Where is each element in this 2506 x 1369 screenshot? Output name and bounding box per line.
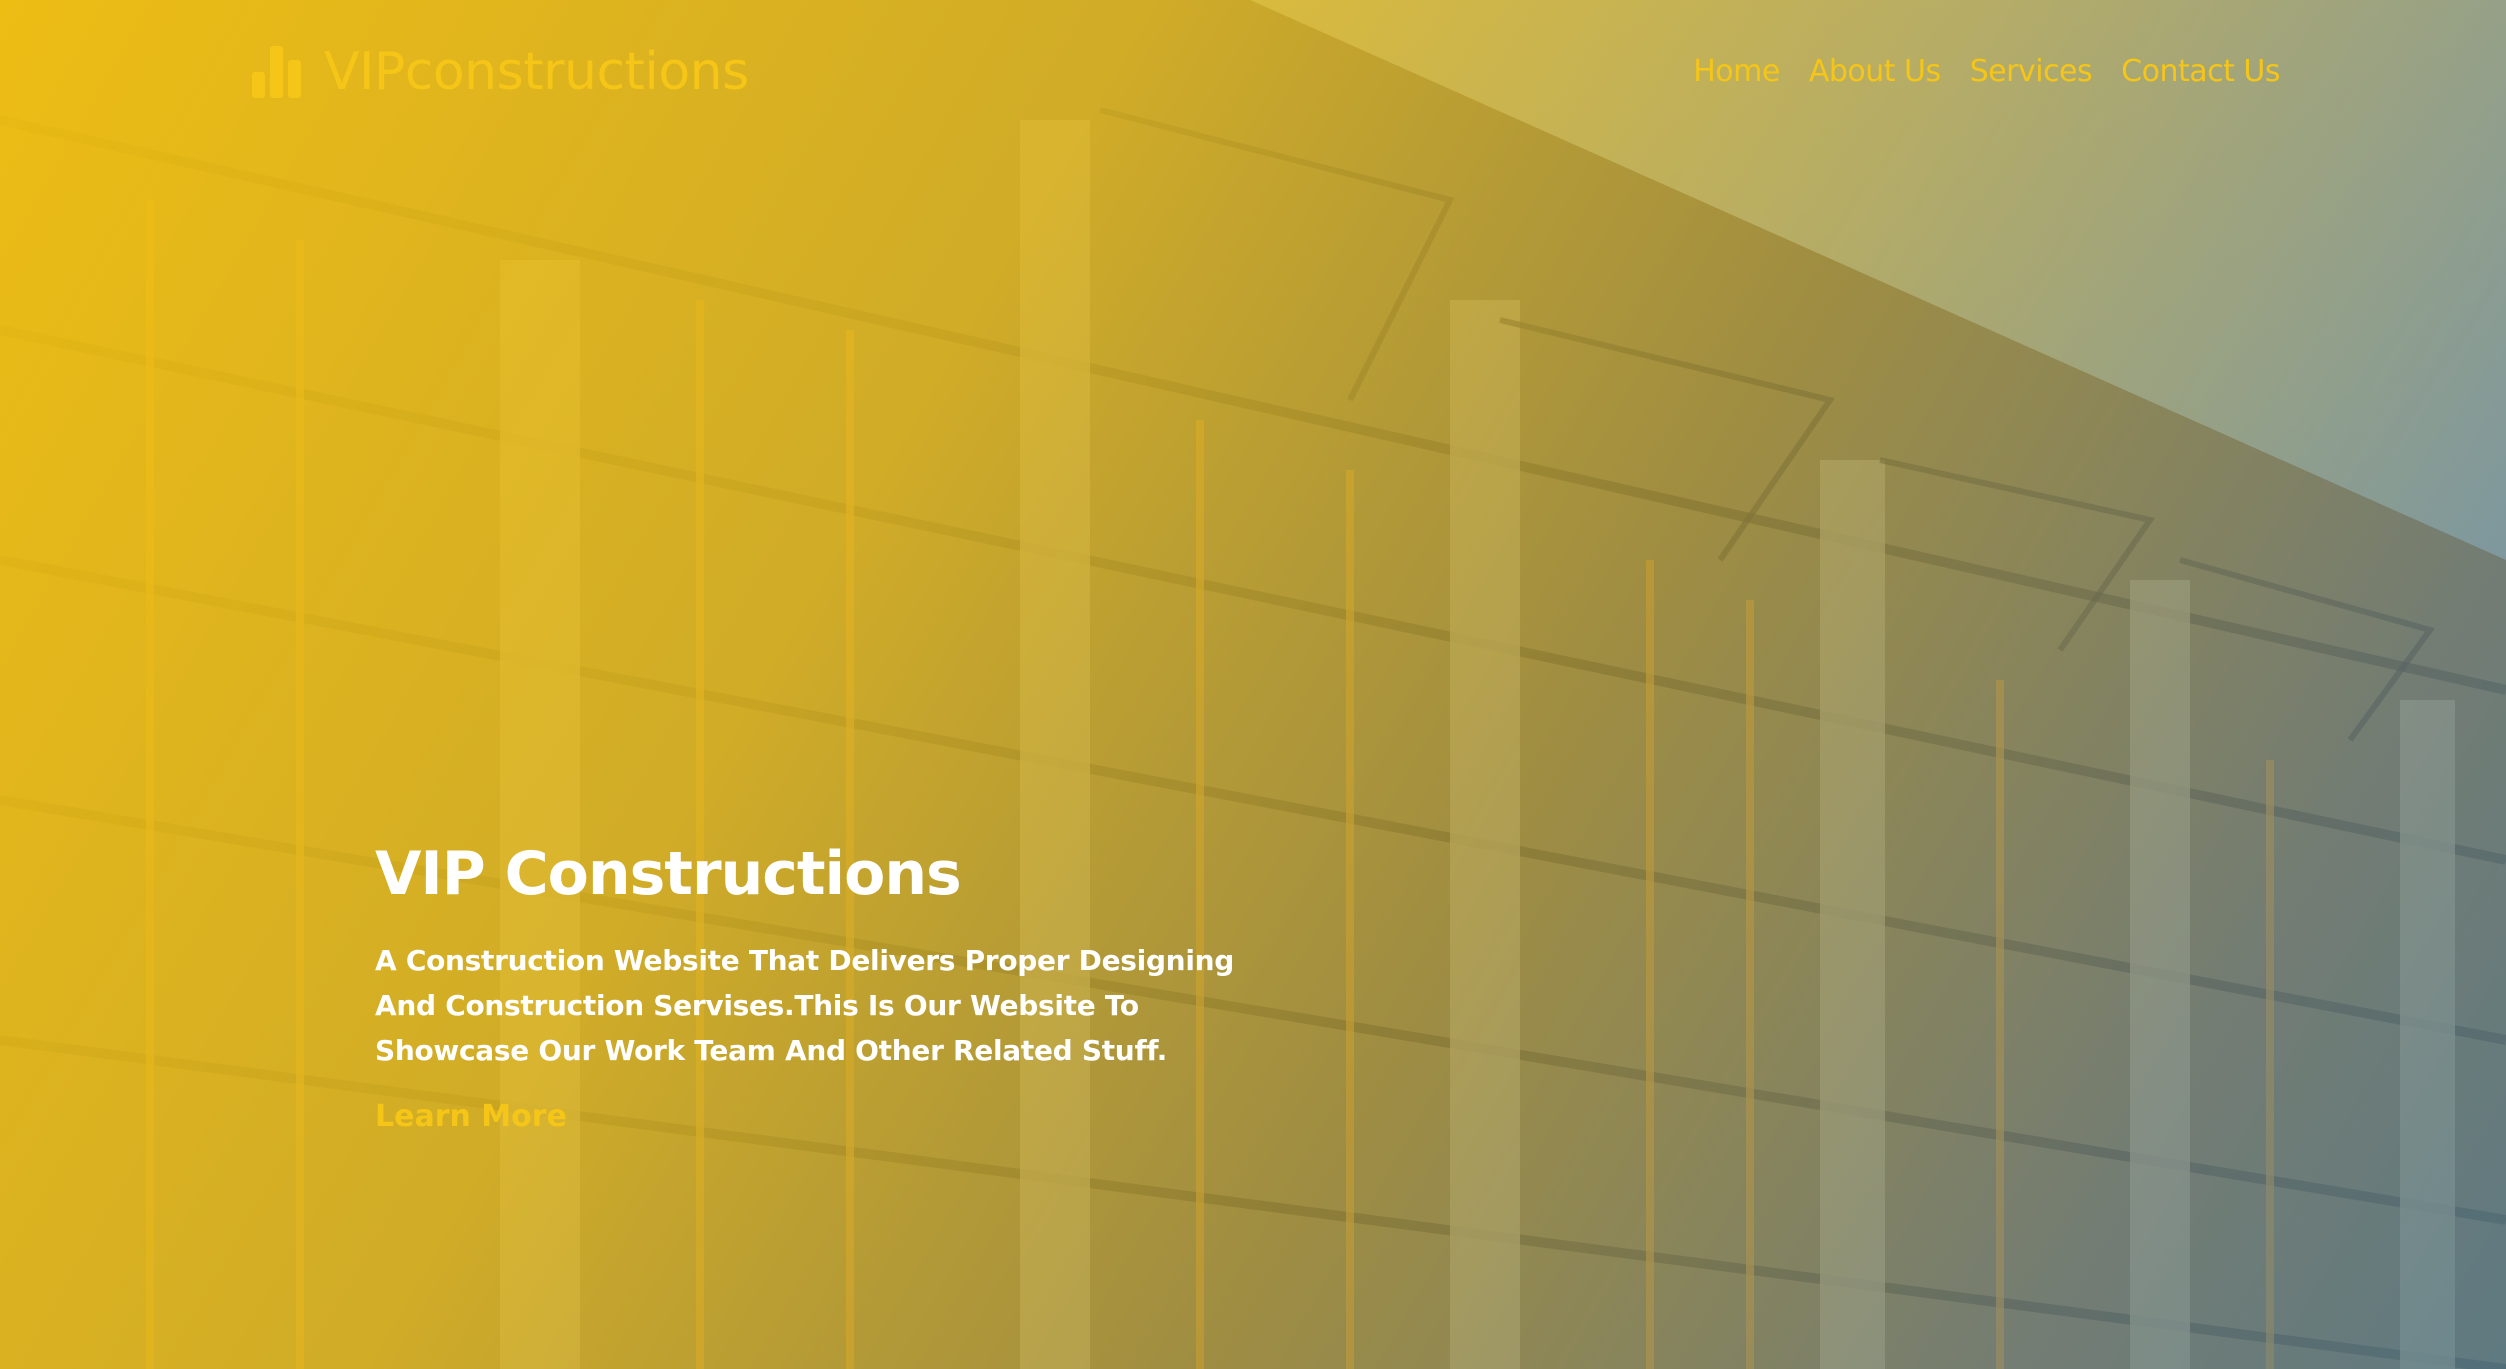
learn-more-link[interactable]: Learn More <box>375 1099 567 1134</box>
nav-services-link[interactable]: Services <box>1970 52 2093 92</box>
navbar: VIPconstructions Home About Us Services … <box>0 0 2506 150</box>
brand-name: VIPconstructions <box>324 42 749 102</box>
brand-logo[interactable]: VIPconstructions <box>252 40 749 104</box>
nav-contact-us-link[interactable]: Contact Us <box>2121 52 2280 92</box>
hero-subtitle: A Construction Website That Delivers Pro… <box>375 944 1234 1067</box>
nav-home-link[interactable]: Home <box>1693 52 1780 92</box>
hero-section <box>0 0 2506 1369</box>
nav-about-us-link[interactable]: About Us <box>1809 52 1941 92</box>
yellow-gradient-overlay <box>0 0 2506 1369</box>
bar-chart-icon <box>252 46 301 98</box>
hero-content: VIP Constructions A Construction Website… <box>375 836 1275 1134</box>
hero-title: VIP Constructions <box>375 839 962 909</box>
main-nav: Home About Us Services Contact Us <box>1693 52 2280 92</box>
